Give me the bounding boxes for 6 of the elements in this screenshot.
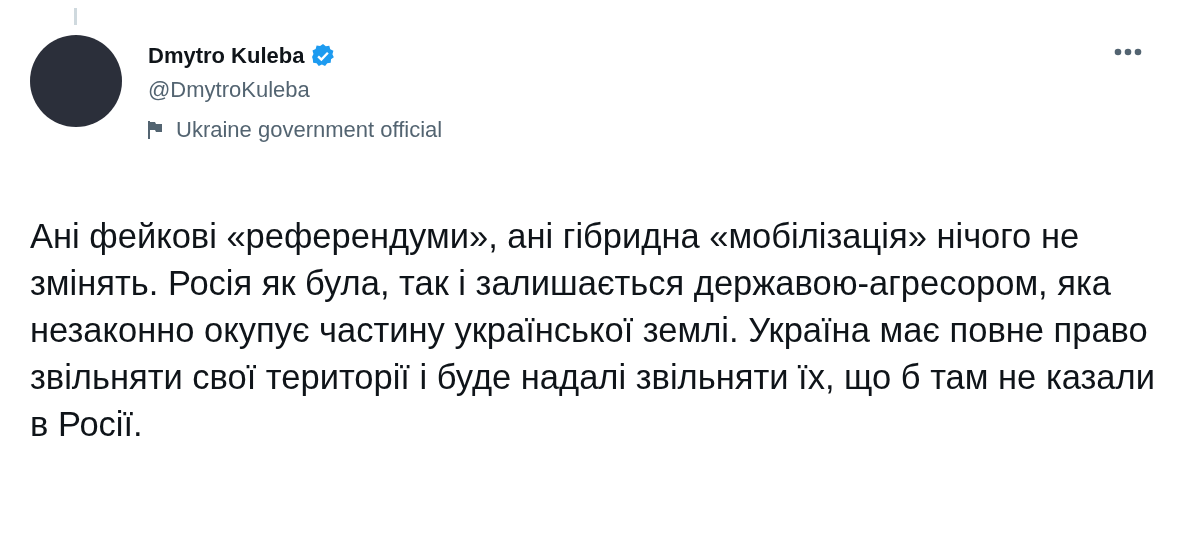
more-options-icon[interactable]: [1114, 48, 1142, 56]
author-name[interactable]: Dmytro Kuleba: [148, 43, 305, 69]
tweet-text: Ані фейкові «референдуми», ані гібридна «мобілізація» нічого не змінять. Росія як була, так і залишається державою-агресором, яка незаконно окупує частину української землі. Україна має повне право звільняти свої території і буде надалі звільняти їх, що б там не казали в Росії.: [30, 216, 1156, 445]
account-label: Ukraine government official: [176, 117, 443, 143]
flag-icon: [148, 121, 162, 139]
author-handle[interactable]: @DmytroKuleba: [148, 77, 443, 103]
